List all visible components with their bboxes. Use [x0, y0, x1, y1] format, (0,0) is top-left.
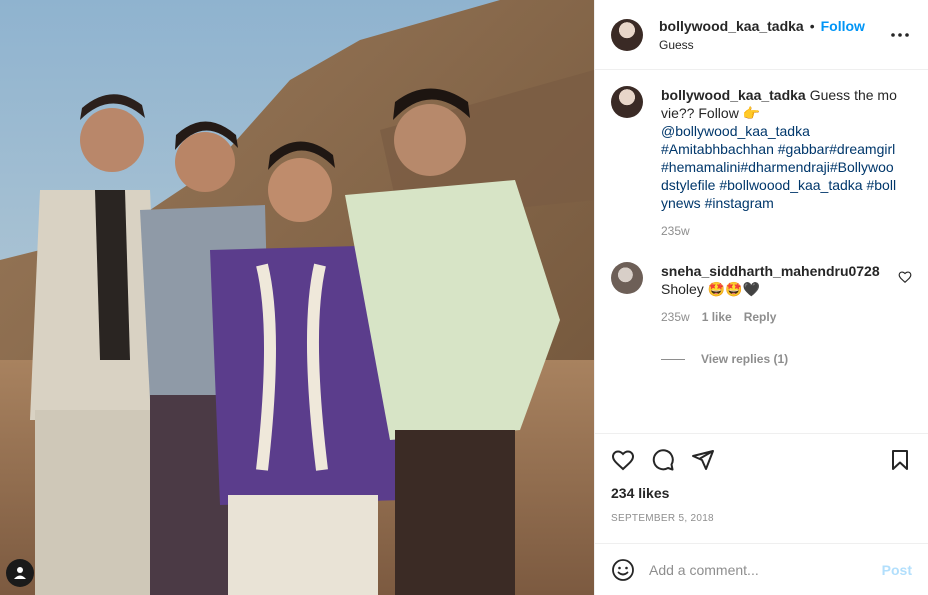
post-comment-button[interactable]: Post: [882, 562, 912, 578]
comment-likes[interactable]: 1 like: [702, 308, 732, 326]
user-tag-button[interactable]: [6, 559, 34, 587]
post-date[interactable]: SEPTEMBER 5, 2018: [611, 513, 912, 524]
comment-input[interactable]: [649, 561, 882, 578]
caption-username[interactable]: bollywood_kaa_tadka: [661, 87, 806, 103]
post-location[interactable]: Guess: [659, 38, 888, 52]
caption: bollywood_kaa_tadka Guess the movie?? Fol…: [611, 86, 912, 240]
author-username[interactable]: bollywood_kaa_tadka: [659, 18, 804, 34]
header-text: bollywood_kaa_tadka • Follow Guess: [659, 18, 888, 52]
like-comment-icon[interactable]: [898, 270, 912, 284]
comment-time[interactable]: 235w: [661, 308, 690, 326]
heart-icon[interactable]: [611, 448, 635, 472]
header-line: bollywood_kaa_tadka • Follow: [659, 18, 888, 34]
post-actions: 234 likes SEPTEMBER 5, 2018: [595, 433, 928, 543]
emoji-icon[interactable]: [611, 558, 635, 582]
caption-hashtags[interactable]: #Amitabhbachhan #gabbar#dreamgirl#hemama…: [661, 141, 896, 211]
comments-section: bollywood_kaa_tadka Guess the movie?? Fol…: [595, 70, 928, 433]
separator-dot: •: [809, 17, 815, 34]
more-options-button[interactable]: [888, 32, 912, 37]
follow-button[interactable]: Follow: [821, 18, 865, 34]
caption-body: bollywood_kaa_tadka Guess the movie?? Fol…: [661, 86, 901, 240]
comment-meta: 235w 1 like Reply: [661, 308, 891, 326]
post-photo[interactable]: [0, 0, 594, 595]
caption-emoji: 👉: [742, 105, 761, 121]
post-dialog: bollywood_kaa_tadka • Follow Guess bolly…: [0, 0, 928, 595]
caption-avatar[interactable]: [611, 86, 643, 118]
user-tag-icon: [14, 567, 26, 579]
comment-item: sneha_siddharth_mahendru0728 Sholey 🤩🤩🖤 …: [611, 262, 912, 326]
comment-body: sneha_siddharth_mahendru0728 Sholey 🤩🤩🖤 …: [661, 262, 891, 326]
view-replies-label: View replies (1): [701, 352, 789, 366]
avatar[interactable]: [611, 18, 643, 51]
post-header: bollywood_kaa_tadka • Follow Guess: [595, 0, 928, 70]
comment-icon[interactable]: [651, 448, 675, 472]
action-bar: [611, 434, 912, 486]
bookmark-icon[interactable]: [888, 448, 912, 472]
share-icon[interactable]: [691, 448, 715, 472]
likes-count[interactable]: 234 likes: [611, 485, 912, 501]
photo-image: [0, 0, 594, 595]
comment-avatar[interactable]: [611, 262, 643, 294]
post-sidebar: bollywood_kaa_tadka • Follow Guess bolly…: [594, 0, 928, 595]
caption-time[interactable]: 235w: [661, 222, 901, 240]
more-horizontal-icon: [891, 32, 909, 37]
caption-mention[interactable]: @bollywood_kaa_tadka: [661, 123, 810, 139]
comment-username[interactable]: sneha_siddharth_mahendru0728: [661, 263, 880, 279]
reply-button[interactable]: Reply: [744, 308, 777, 326]
add-comment-bar: Post: [595, 543, 928, 595]
view-replies-button[interactable]: View replies (1): [661, 352, 912, 366]
comment-text: Sholey 🤩🤩🖤: [661, 281, 760, 297]
replies-divider: [661, 358, 685, 360]
